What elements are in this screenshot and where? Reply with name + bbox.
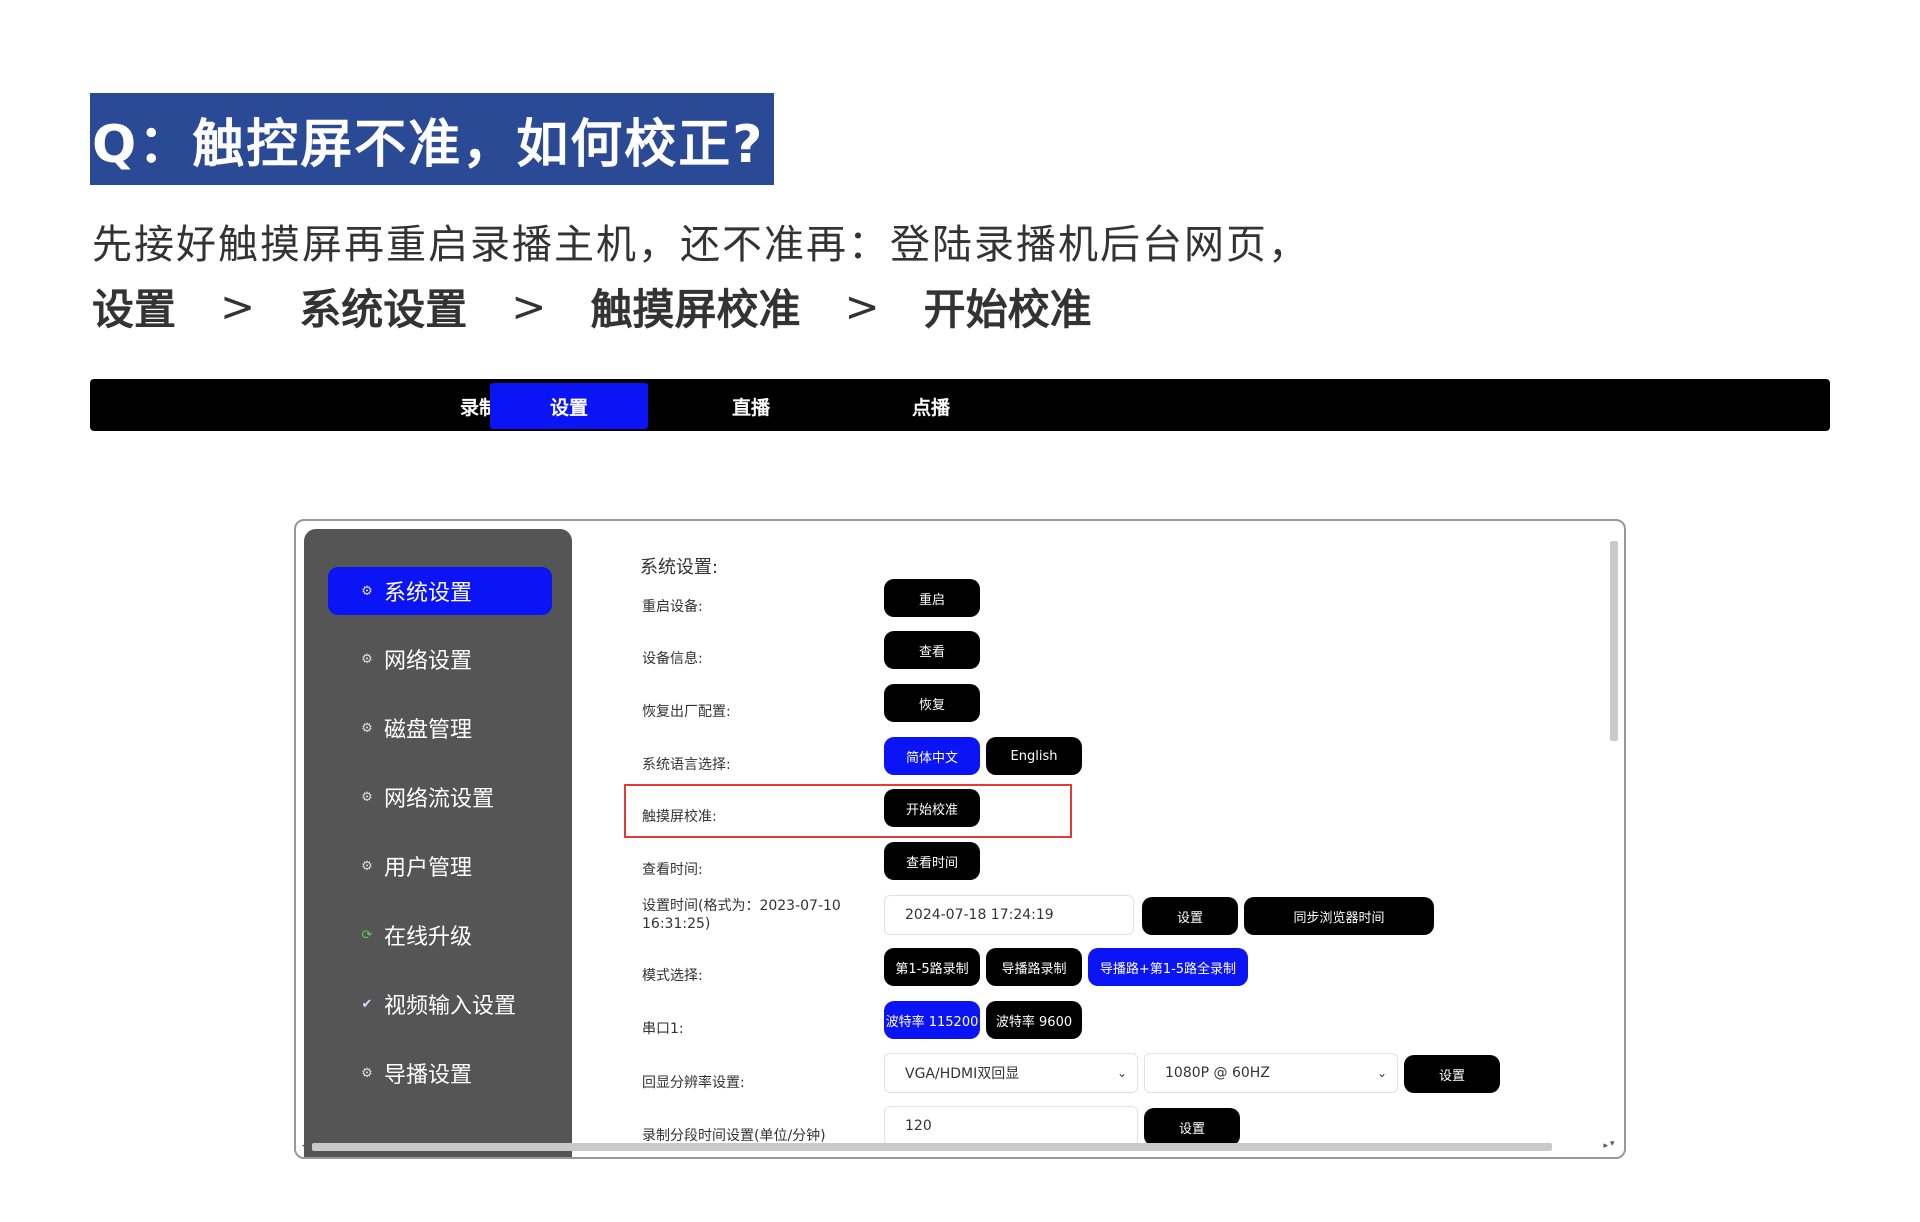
vertical-scrollbar[interactable]: ▾ xyxy=(1608,533,1620,1149)
sidebar-item-label: 导播设置 xyxy=(384,1063,473,1088)
display-mode-select[interactable]: VGA/HDMI双回显 ⌄ xyxy=(884,1053,1138,1093)
sync-browser-time-button[interactable]: 同步浏览器时间 xyxy=(1244,897,1434,935)
chevron-down-icon: ⌄ xyxy=(1116,1066,1127,1080)
mode-director-button[interactable]: 导播路录制 xyxy=(986,948,1082,986)
sidebar-item-label: 视频输入设置 xyxy=(384,994,517,1019)
reboot-label: 重启设备: xyxy=(642,599,703,615)
vertical-scroll-thumb[interactable] xyxy=(1610,541,1618,741)
sidebar-item-label: 网络设置 xyxy=(384,649,473,674)
horizontal-scroll-thumb[interactable] xyxy=(312,1143,1552,1151)
touch-calibration-label: 触摸屏校准: xyxy=(642,809,717,825)
resolution-select[interactable]: 1080P @ 60HZ ⌄ xyxy=(1144,1053,1398,1093)
instruction-text: 先接好触摸屏再重启录播主机，还不准再：登陆录播机后台网页， xyxy=(92,222,1310,268)
scroll-left-arrow-icon[interactable]: ◂ xyxy=(302,1141,307,1151)
sidebar-item-label: 网络流设置 xyxy=(384,787,495,812)
segment-time-input[interactable]: 120 xyxy=(884,1106,1138,1146)
gear-icon: ⚙ xyxy=(361,720,373,736)
chevron-down-icon: ⌄ xyxy=(1376,1066,1387,1080)
sidebar-item-disk-management[interactable]: ⚙ 磁盘管理 xyxy=(328,704,552,752)
view-time-label: 查看时间: xyxy=(642,862,703,878)
start-calibration-button[interactable]: 开始校准 xyxy=(884,789,980,827)
language-english-button[interactable]: English xyxy=(986,737,1082,775)
baud-9600-button[interactable]: 波特率 9600 xyxy=(986,1001,1082,1039)
scroll-right-arrow-icon[interactable]: ▸ xyxy=(1603,1141,1608,1151)
mode-full-record-button[interactable]: 导播路+第1-5路全录制 xyxy=(1088,948,1248,986)
question-title: Q：触控屏不准，如何校正? xyxy=(90,93,774,185)
set-time-label-line1: 设置时间(格式为：2023-07-10 xyxy=(642,898,841,914)
breadcrumb-step-settings: 设置 xyxy=(92,285,177,334)
check-circle-icon: ✔ xyxy=(361,996,373,1012)
tab-vod[interactable]: 点播 xyxy=(852,383,1010,429)
breadcrumb-step-system-settings: 系统设置 xyxy=(299,285,468,334)
view-time-button[interactable]: 查看时间 xyxy=(884,842,980,880)
mode-label: 模式选择: xyxy=(642,968,703,984)
gear-icon: ⚙ xyxy=(361,789,373,805)
horizontal-scrollbar[interactable]: ◂ ▸ xyxy=(302,1141,1608,1153)
section-title: 系统设置: xyxy=(640,557,719,578)
display-res-set-button[interactable]: 设置 xyxy=(1404,1055,1500,1093)
sidebar-item-online-upgrade[interactable]: ⟳ 在线升级 xyxy=(328,911,552,959)
chevron-right-icon: > xyxy=(511,282,547,331)
settings-content: 系统设置: 重启设备: 重启 设备信息: 查看 恢复出厂配置: 恢复 系统语言选… xyxy=(630,521,1604,1157)
tab-settings[interactable]: 设置 xyxy=(490,383,648,429)
set-time-button[interactable]: 设置 xyxy=(1142,897,1238,935)
mode-channel-1-5-button[interactable]: 第1-5路录制 xyxy=(884,948,980,986)
gear-icon: ⚙ xyxy=(361,1065,373,1081)
display-mode-value: VGA/HDMI双回显 xyxy=(905,1066,1020,1082)
breadcrumb: 设置 > 系统设置 > 触摸屏校准 > 开始校准 xyxy=(92,276,1092,337)
sidebar-item-director-settings[interactable]: ⚙ 导播设置 xyxy=(328,1049,552,1097)
sidebar-item-label: 磁盘管理 xyxy=(384,718,473,743)
sidebar-item-video-input[interactable]: ✔ 视频输入设置 xyxy=(328,980,552,1028)
sidebar-item-network-settings[interactable]: ⚙ 网络设置 xyxy=(328,635,552,683)
breadcrumb-step-start-calibration: 开始校准 xyxy=(923,285,1092,334)
gear-icon: ⚙ xyxy=(361,651,373,667)
sidebar: ⚙ 系统设置 ⚙ 网络设置 ⚙ 磁盘管理 ⚙ 网络流设置 ⚙ 用户管理 ⟳ 在线… xyxy=(304,529,572,1157)
refresh-icon: ⟳ xyxy=(361,927,373,943)
sidebar-item-system-settings[interactable]: ⚙ 系统设置 xyxy=(328,567,552,615)
gear-icon: ⚙ xyxy=(361,583,373,599)
sidebar-item-label: 在线升级 xyxy=(384,925,473,950)
scroll-down-arrow-icon[interactable]: ▾ xyxy=(1610,1139,1615,1149)
sidebar-item-user-management[interactable]: ⚙ 用户管理 xyxy=(328,842,552,890)
reboot-button[interactable]: 重启 xyxy=(884,579,980,617)
factory-reset-label: 恢复出厂配置: xyxy=(642,704,731,720)
set-time-input[interactable]: 2024-07-18 17:24:19 xyxy=(884,895,1134,935)
display-res-label: 回显分辨率设置: xyxy=(642,1075,745,1091)
set-time-label-line2: 16:31:25) xyxy=(642,916,711,932)
device-info-button[interactable]: 查看 xyxy=(884,631,980,669)
serial-label: 串口1: xyxy=(642,1021,684,1037)
language-chinese-button[interactable]: 简体中文 xyxy=(884,737,980,775)
sidebar-item-label: 系统设置 xyxy=(384,581,473,606)
factory-reset-button[interactable]: 恢复 xyxy=(884,684,980,722)
baud-115200-button[interactable]: 波特率 115200 xyxy=(884,1001,980,1039)
breadcrumb-step-touch-calibration: 触摸屏校准 xyxy=(590,285,801,334)
sidebar-item-label: 用户管理 xyxy=(384,856,473,881)
set-time-label: 设置时间(格式为：2023-07-10 16:31:25) xyxy=(642,897,841,933)
chevron-right-icon: > xyxy=(220,282,256,331)
device-info-label: 设备信息: xyxy=(642,651,703,667)
chevron-right-icon: > xyxy=(844,282,880,331)
settings-window: ⚙ 系统设置 ⚙ 网络设置 ⚙ 磁盘管理 ⚙ 网络流设置 ⚙ 用户管理 ⟳ 在线… xyxy=(294,519,1626,1159)
sidebar-item-network-stream[interactable]: ⚙ 网络流设置 xyxy=(328,773,552,821)
resolution-value: 1080P @ 60HZ xyxy=(1165,1065,1270,1081)
language-label: 系统语言选择: xyxy=(642,757,731,773)
top-nav-bar: 录制 设置 直播 点播 xyxy=(90,379,1830,431)
gear-icon: ⚙ xyxy=(361,858,373,874)
tab-live[interactable]: 直播 xyxy=(672,383,830,429)
